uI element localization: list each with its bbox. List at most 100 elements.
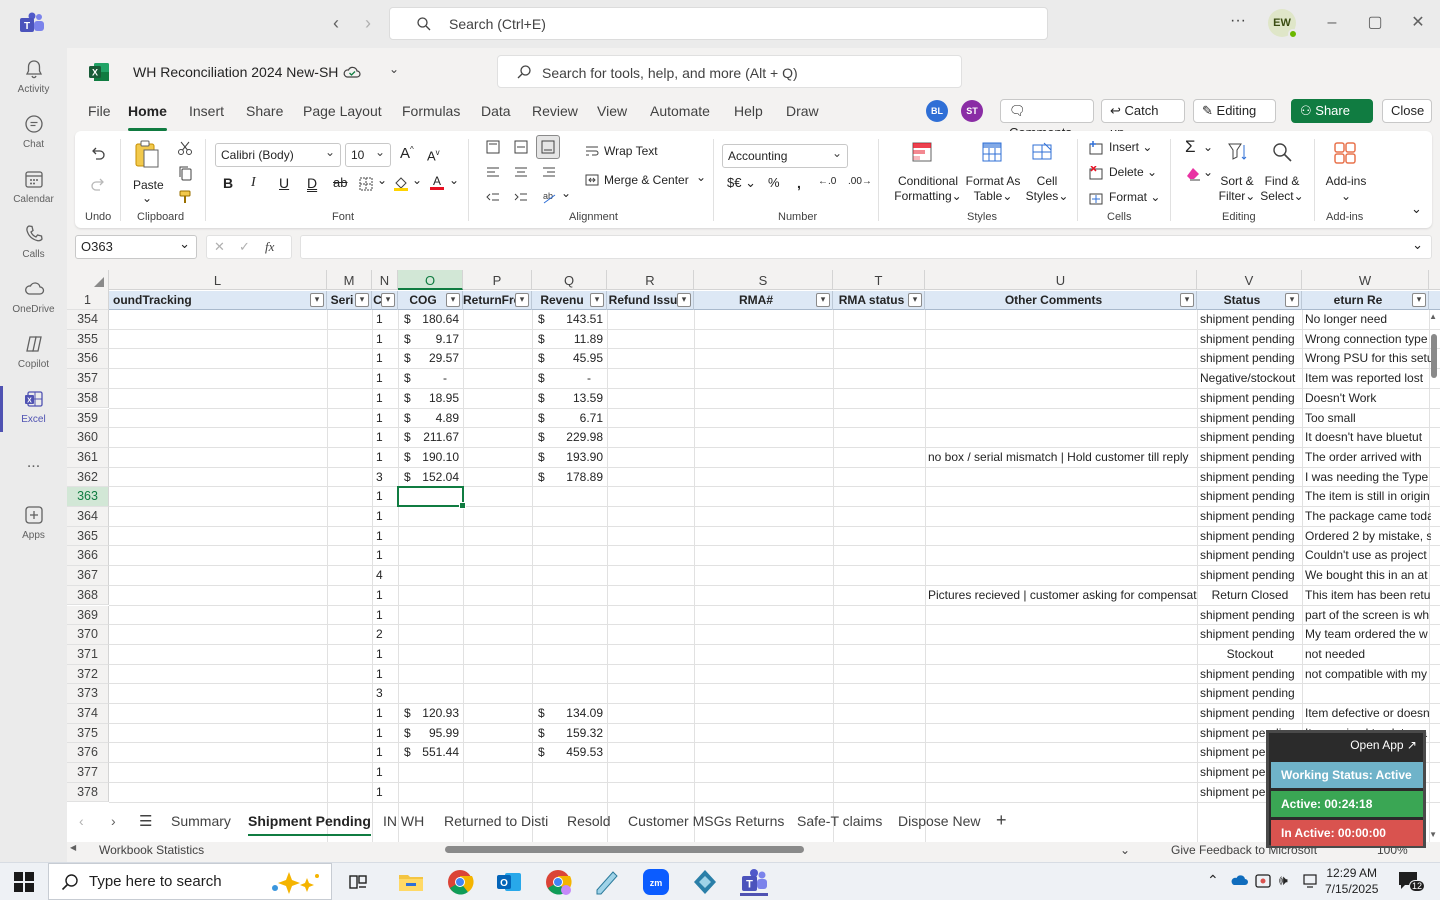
- filter-dropdown-icon[interactable]: ▾: [908, 293, 922, 307]
- cell-return-reason[interactable]: My team ordered the w: [1305, 625, 1431, 644]
- cell-qty[interactable]: 1: [376, 409, 398, 428]
- row-header[interactable]: 358: [67, 388, 109, 409]
- show-hidden-icons[interactable]: ⌃: [1207, 872, 1219, 889]
- teams-search-input[interactable]: Search (Ctrl+E): [389, 7, 1048, 40]
- chevron-down-icon[interactable]: ⌄: [1203, 165, 1213, 179]
- filter-dropdown-icon[interactable]: ▾: [1412, 293, 1426, 307]
- cell-revenue[interactable]: 134.09: [552, 704, 603, 723]
- insert-cells-button[interactable]: Insert ⌄: [1109, 140, 1152, 154]
- cell-status[interactable]: shipment pending: [1200, 349, 1300, 368]
- cell-revenue[interactable]: 459.53: [552, 743, 603, 762]
- merge-center-icon[interactable]: [585, 173, 599, 187]
- cell-cog[interactable]: 180.64: [418, 310, 459, 329]
- text-orientation-icon[interactable]: ab: [541, 189, 557, 205]
- cell-cog[interactable]: 95.99: [418, 724, 459, 743]
- strikethrough-icon[interactable]: ab: [333, 175, 347, 190]
- cell-qty[interactable]: 1: [376, 428, 398, 447]
- cell-cog[interactable]: 551.44: [418, 743, 459, 762]
- column-header-m[interactable]: M: [327, 270, 372, 290]
- add-sheet-icon[interactable]: +: [996, 810, 1007, 831]
- cell-qty[interactable]: 1: [376, 507, 398, 526]
- filter-dropdown-icon[interactable]: ▾: [355, 293, 369, 307]
- teams-taskbar-icon[interactable]: T: [740, 868, 768, 896]
- percent-icon[interactable]: %: [768, 175, 780, 190]
- zoom-icon[interactable]: zm: [642, 868, 670, 896]
- cell-return-reason[interactable]: not needed: [1305, 645, 1431, 664]
- increase-indent-icon[interactable]: [513, 189, 529, 205]
- cell-return-reason[interactable]: Ordered 2 by mistake, s: [1305, 527, 1431, 546]
- column-header-o[interactable]: O: [398, 270, 463, 290]
- name-box[interactable]: O363: [75, 233, 197, 259]
- tab-view[interactable]: View: [597, 103, 627, 119]
- cell-qty[interactable]: 1: [376, 369, 398, 388]
- cell-status[interactable]: shipment pending: [1200, 606, 1300, 625]
- cell-qty[interactable]: 1: [376, 724, 398, 743]
- row-header[interactable]: 375: [67, 723, 109, 744]
- chevron-down-icon[interactable]: ⌄: [696, 170, 706, 184]
- find-select-button[interactable]: Find & Select⌄: [1260, 174, 1304, 204]
- cell-return-reason[interactable]: I was needing the Type: [1305, 468, 1431, 487]
- row-header[interactable]: 378: [67, 782, 109, 803]
- cell-status[interactable]: Return Closed: [1200, 586, 1300, 605]
- delete-cells-button[interactable]: Delete ⌄: [1109, 165, 1157, 179]
- row-header[interactable]: 367: [67, 566, 109, 586]
- cell-status[interactable]: shipment pending: [1200, 428, 1300, 447]
- row-header[interactable]: 376: [67, 743, 109, 764]
- paste-icon[interactable]: [134, 139, 160, 169]
- cell-status[interactable]: shipment pending: [1200, 448, 1300, 467]
- ribbon-expand-icon[interactable]: ⌄: [1411, 201, 1422, 217]
- outlook-icon[interactable]: O: [495, 868, 523, 896]
- cell-revenue[interactable]: 159.32: [552, 724, 603, 743]
- cell-qty[interactable]: 1: [376, 606, 398, 625]
- cell-cog[interactable]: 9.17: [418, 330, 459, 349]
- cell-cog[interactable]: 152.04: [418, 468, 459, 487]
- insert-function-icon[interactable]: fx: [265, 239, 274, 255]
- onedrive-tray-icon[interactable]: [1230, 873, 1248, 887]
- comments-button[interactable]: 🗨 Comments: [1000, 99, 1094, 140]
- tools-search-input[interactable]: Search for tools, help, and more (Alt + …: [497, 55, 962, 88]
- filter-dropdown-icon[interactable]: ▾: [1180, 293, 1194, 307]
- cell-status[interactable]: shipment pending: [1200, 409, 1300, 428]
- column-header-s[interactable]: S: [694, 270, 833, 290]
- cell-return-reason[interactable]: Couldn't use as project: [1305, 546, 1431, 565]
- row-header[interactable]: 356: [67, 349, 109, 370]
- cell-qty[interactable]: 1: [376, 704, 398, 723]
- file-explorer-icon[interactable]: [397, 868, 425, 896]
- tab-page-layout[interactable]: Page Layout: [303, 103, 382, 119]
- row-header[interactable]: 357: [67, 369, 109, 389]
- row-header[interactable]: 366: [67, 546, 109, 567]
- row-header[interactable]: 359: [67, 408, 109, 429]
- find-select-icon[interactable]: [1271, 141, 1293, 163]
- more-options-icon[interactable]: ···: [1230, 12, 1246, 30]
- prev-sheet-icon[interactable]: ‹: [79, 813, 84, 829]
- tab-file[interactable]: File: [88, 103, 111, 119]
- cell-qty[interactable]: 1: [376, 389, 398, 408]
- cell-revenue[interactable]: 45.95: [552, 349, 603, 368]
- tray-app-icon[interactable]: [1254, 872, 1272, 890]
- delete-cells-icon[interactable]: [1089, 166, 1103, 180]
- cell-qty[interactable]: 1: [376, 586, 398, 605]
- catch-up-button[interactable]: ↩ Catch up: [1101, 99, 1185, 140]
- column-header-r[interactable]: R: [607, 270, 694, 290]
- wrap-text-button[interactable]: Wrap Text: [604, 144, 658, 158]
- format-cells-button[interactable]: Format ⌄: [1109, 190, 1160, 204]
- fill-color-icon[interactable]: [393, 175, 409, 191]
- cell-return-reason[interactable]: No longer need: [1305, 310, 1431, 329]
- rail-item-apps[interactable]: Apps: [0, 498, 67, 552]
- teams-logo-icon[interactable]: T: [20, 12, 44, 34]
- cell-cog[interactable]: 4.89: [418, 409, 459, 428]
- spreadsheet-grid[interactable]: LMNOPQRSTUVWX 1 oundTracking▾Seri▾C▾COG▾…: [67, 270, 1440, 842]
- format-as-table-button[interactable]: Format As Table⌄: [965, 174, 1021, 204]
- sheet-tab-active[interactable]: Shipment Pending: [248, 813, 371, 836]
- row-header[interactable]: 373: [67, 684, 109, 704]
- rail-item-calendar[interactable]: Calendar: [0, 162, 67, 216]
- redo-icon[interactable]: [90, 176, 106, 192]
- rail-item-copilot[interactable]: Copilot: [0, 327, 67, 381]
- cell-status[interactable]: shipment pending: [1200, 330, 1300, 349]
- column-header-u[interactable]: U: [925, 270, 1197, 290]
- clear-icon[interactable]: [1185, 167, 1201, 181]
- row-header[interactable]: 371: [67, 644, 109, 665]
- rail-item-chat[interactable]: Chat: [0, 107, 67, 161]
- cell-return-reason[interactable]: It doesn't have bluetut: [1305, 428, 1431, 447]
- active-cell-selection[interactable]: [397, 486, 466, 509]
